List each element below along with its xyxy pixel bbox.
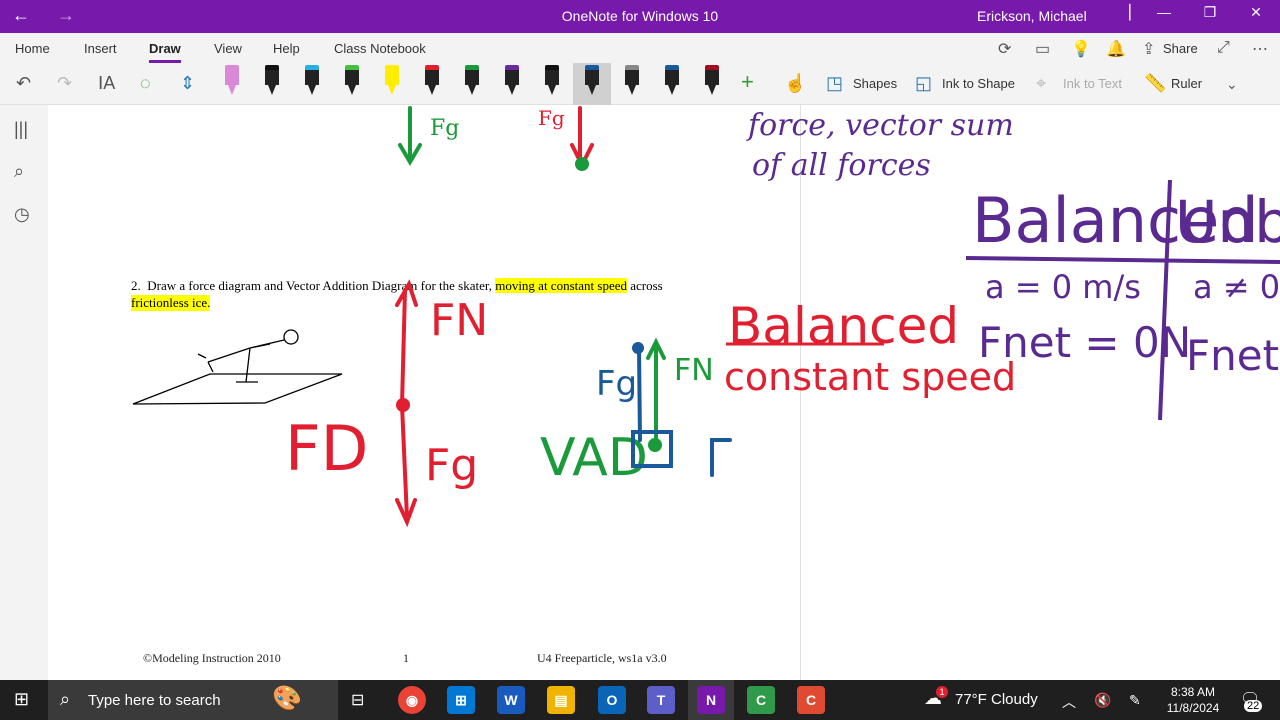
fd-fg-label: Fg [425, 440, 478, 491]
windows-start-icon[interactable]: ⊞ [14, 689, 29, 710]
top-fg-label-green: Fg [430, 116, 459, 141]
fd-fn-label: FN [430, 295, 488, 346]
fd-label: FD [285, 412, 368, 485]
constant-speed-label: constant speed [724, 355, 1016, 399]
force-diagram-arrows [395, 279, 418, 528]
table-horizontal-line [965, 256, 1280, 264]
top-fg-label-red: Fg [538, 106, 565, 130]
top-green-arrow [398, 106, 422, 166]
vad-fg-label: Fg [596, 364, 637, 404]
chrome-icon[interactable]: ◉ [398, 686, 426, 714]
note-line1: force, vector sum [746, 108, 1014, 143]
outlook-icon[interactable]: O [598, 686, 626, 714]
task-view-icon[interactable]: ⊟ [351, 690, 364, 710]
notification-count: 22 [1244, 700, 1263, 712]
camtasia-red-icon[interactable]: C [797, 686, 825, 714]
camtasia-green-icon[interactable]: C [747, 686, 775, 714]
weather-badge: 1 [936, 686, 948, 698]
teams-icon[interactable]: T [647, 686, 675, 714]
vad-fn-label: FN [674, 353, 714, 388]
file-explorer-icon[interactable]: ▤ [547, 686, 575, 714]
onenote-icon[interactable]: N [697, 686, 725, 714]
volume-muted-icon[interactable]: 🔇 [1094, 692, 1111, 709]
top-red-green-arrow [570, 106, 594, 171]
taskbar-search-placeholder[interactable]: Type here to search [88, 692, 221, 709]
balanced-red-label: Balanced [728, 297, 959, 355]
ink-layer[interactable]: Fg Fg force, vector sum of all forces Ba… [0, 0, 1280, 720]
unbalanced-acceleration: a ≠ 0m [1193, 268, 1280, 306]
unbalanced-fnet: Fnet ≠ [1186, 331, 1280, 380]
clock-time: 8:38 AM [1170, 685, 1216, 699]
note-line2: of all forces [752, 148, 931, 183]
skater-sketch [132, 329, 343, 405]
unbalanced-header: Unbal. [1175, 188, 1280, 256]
pen-menu-icon[interactable]: ✎ [1129, 692, 1141, 709]
clock-date: 11/8/2024 [1166, 701, 1220, 715]
balanced-acceleration: a = 0 m/s [985, 268, 1141, 306]
weather-text[interactable]: 77°F Cloudy [955, 691, 1038, 708]
windows-taskbar: ⊞ ⌕ Type here to search 🎨 ⊟ ◉ ⊞ W ▤ O T … [0, 680, 1280, 720]
word-icon[interactable]: W [497, 686, 525, 714]
search-icon: ⌕ [60, 689, 71, 709]
taskbar-clock[interactable]: 8:38 AM 11/8/2024 [1163, 684, 1223, 716]
chevron-up-icon[interactable]: ︿ [1062, 692, 1076, 712]
store-icon[interactable]: ⊞ [447, 686, 475, 714]
search-highlight-icon[interactable]: 🎨 [272, 684, 302, 713]
